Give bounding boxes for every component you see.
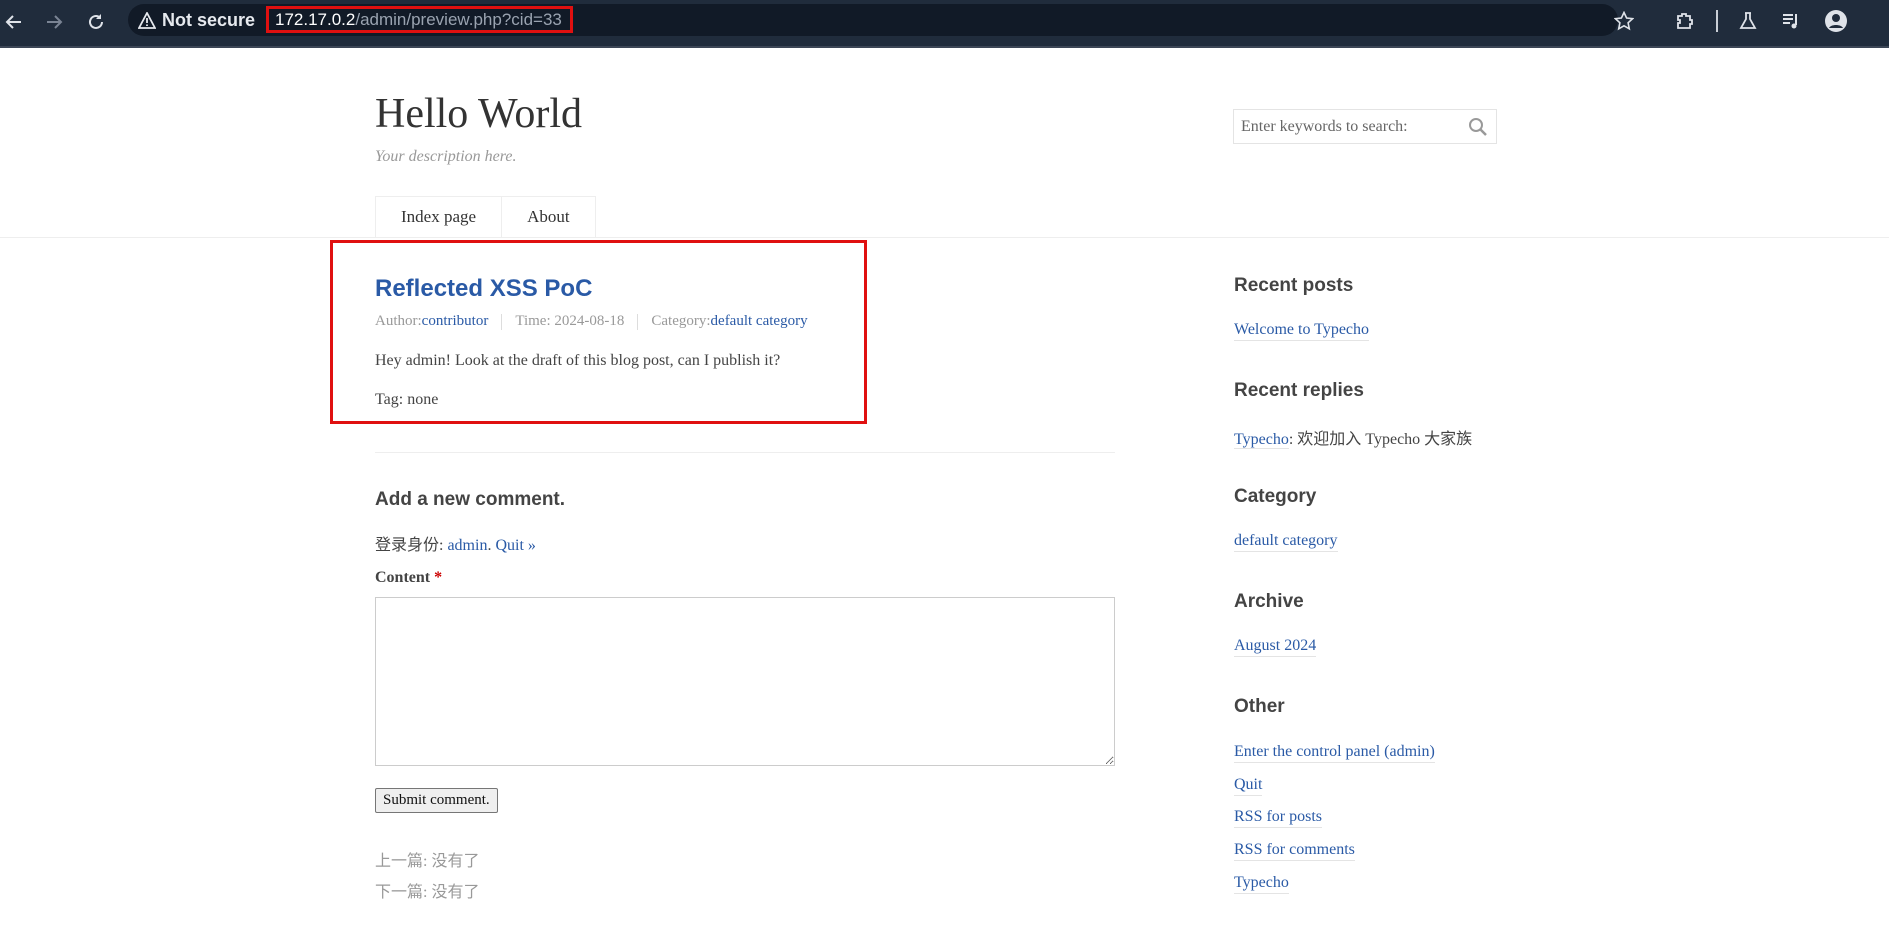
author-label: Author: [375, 313, 422, 329]
post-meta: Author: contributor Time: 2024-08-18 Cat… [375, 313, 808, 330]
browser-toolbar: Not secure 172.17.0.2/admin/preview.php?… [0, 0, 1889, 48]
post-time: Time: 2024-08-18 [515, 313, 625, 329]
category-label: Category: [651, 313, 711, 329]
next-post: 下一篇: 没有了 [375, 884, 480, 901]
logged-in-line: 登录身份: admin. Quit » [375, 537, 536, 554]
url-text[interactable]: 172.17.0.2/admin/preview.php?cid=33 [266, 6, 573, 33]
typecho-link[interactable]: Typecho [1234, 873, 1289, 894]
nav-index-page[interactable]: Index page [376, 197, 501, 238]
recent-post-link[interactable]: Welcome to Typecho [1234, 320, 1370, 341]
quit-sidebar-link[interactable]: Quit [1234, 775, 1263, 796]
url-path: /admin/preview.php?cid=33 [355, 10, 562, 29]
extensions-icon[interactable] [1672, 8, 1698, 34]
header-divider [0, 237, 1889, 238]
category-link[interactable]: default category [711, 313, 808, 330]
archive-heading: Archive [1234, 591, 1304, 612]
rss-comments-link[interactable]: RSS for comments [1234, 840, 1355, 861]
meta-separator [501, 313, 503, 330]
control-panel-link[interactable]: Enter the control panel (admin) [1234, 742, 1435, 763]
bookmark-star-icon[interactable] [1611, 8, 1637, 34]
comment-textarea[interactable] [375, 597, 1115, 766]
back-icon[interactable] [0, 8, 28, 36]
content-label: Content * [375, 569, 442, 587]
media-queue-icon[interactable] [1778, 8, 1804, 34]
toolbar-divider [1716, 10, 1718, 32]
post-tags: Tag: none [375, 391, 439, 408]
forward-icon[interactable] [40, 8, 68, 36]
prev-post: 上一篇: 没有了 [375, 853, 480, 870]
site-description: Your description here. [375, 148, 517, 165]
recent-reply: Typecho: 欢迎加入 Typecho 大家族 [1234, 425, 1472, 449]
logged-in-label: 登录身份: [375, 537, 448, 554]
profile-avatar-icon[interactable] [1823, 8, 1849, 34]
nav-about[interactable]: About [501, 197, 595, 238]
recent-replies-heading: Recent replies [1234, 380, 1364, 401]
post-title[interactable]: Reflected XSS PoC [375, 275, 592, 303]
search-form [1233, 109, 1497, 144]
reply-author-link[interactable]: Typecho [1234, 431, 1289, 449]
post-content: Hey admin! Look at the draft of this blo… [375, 352, 781, 369]
content-label-text: Content [375, 569, 431, 586]
site-title[interactable]: Hello World [375, 90, 582, 138]
archive-item[interactable]: August 2024 [1234, 636, 1317, 657]
labs-flask-icon[interactable] [1735, 8, 1761, 34]
comment-heading: Add a new comment. [375, 489, 566, 510]
reload-icon[interactable] [82, 8, 110, 36]
author-link[interactable]: contributor [422, 313, 489, 330]
security-indicator[interactable]: Not secure [138, 8, 255, 32]
recent-posts-heading: Recent posts [1234, 275, 1354, 296]
quit-link[interactable]: Quit » [495, 537, 535, 554]
main-nav: Index page About [375, 196, 596, 238]
security-label: Not secure [162, 9, 256, 30]
meta-separator [637, 313, 639, 330]
submit-comment-button[interactable]: Submit comment. [375, 788, 498, 813]
reply-text: : 欢迎加入 Typecho 大家族 [1288, 431, 1473, 448]
warning-icon [138, 11, 156, 29]
required-mark: * [434, 569, 443, 586]
rss-posts-link[interactable]: RSS for posts [1234, 807, 1323, 828]
post-divider [375, 452, 1115, 453]
other-heading: Other [1234, 696, 1285, 717]
category-heading: Category [1234, 486, 1317, 507]
user-link[interactable]: admin [447, 537, 487, 554]
search-input[interactable] [1234, 110, 1454, 143]
category-item[interactable]: default category [1234, 531, 1338, 552]
url-host: 172.17.0.2 [275, 10, 356, 29]
search-icon[interactable] [1468, 117, 1488, 137]
